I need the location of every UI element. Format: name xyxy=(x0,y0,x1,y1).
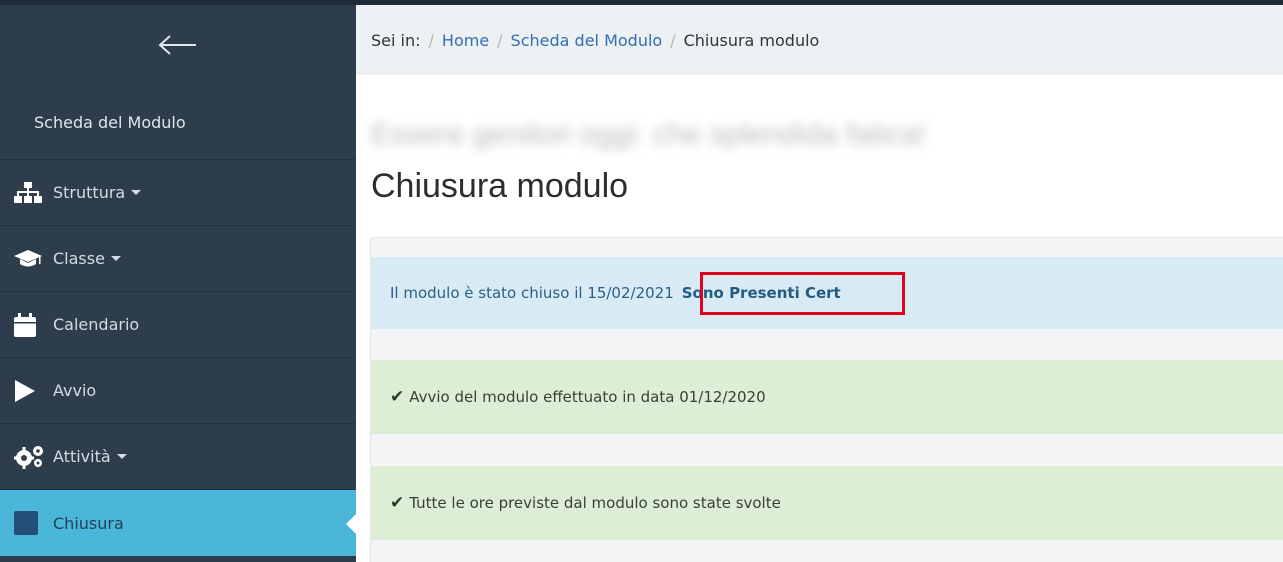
module-title-blurred: Essere genitori oggi: che splendida fati… xyxy=(371,118,927,151)
breadcrumb-separator: / xyxy=(670,30,676,50)
sitemap-icon xyxy=(14,180,46,206)
hours-alert-text: Tutte le ore previste dal modulo sono st… xyxy=(409,494,781,512)
calendar-icon xyxy=(14,312,46,338)
sidebar-item-chiusura[interactable]: Chiusura xyxy=(0,490,356,556)
sidebar-item-label: Classe xyxy=(53,249,105,268)
check-icon: ✔ xyxy=(390,387,405,407)
active-indicator xyxy=(346,514,356,534)
square-icon xyxy=(14,510,46,536)
check-icon: ✔ xyxy=(390,493,405,513)
sidebar-item-avvio[interactable]: Avvio xyxy=(0,358,356,424)
page-title: Chiusura modulo xyxy=(371,167,629,205)
sidebar-item-calendario[interactable]: Calendario xyxy=(0,292,356,358)
start-alert-text: Avvio del modulo effettuato in data 01/1… xyxy=(409,388,766,406)
sidebar-item-label: Avvio xyxy=(53,381,97,400)
start-alert: ✔ Avvio del modulo effettuato in data 01… xyxy=(371,360,1283,434)
back-button[interactable] xyxy=(0,5,356,85)
breadcrumb-separator: / xyxy=(428,30,434,50)
caret-down-icon xyxy=(110,256,121,261)
breadcrumb-scheda-link[interactable]: Scheda del Modulo xyxy=(511,31,663,50)
sidebar-title[interactable]: Scheda del Modulo xyxy=(0,85,356,160)
caret-down-icon xyxy=(131,190,142,195)
arrow-left-icon xyxy=(158,35,196,55)
page: Scheda del Modulo Struttura Classe Calen… xyxy=(0,0,1283,562)
caret-down-icon xyxy=(116,454,127,459)
breadcrumb-prefix: Sei in: xyxy=(371,30,421,50)
sidebar-item-label: Attività xyxy=(53,447,111,466)
sidebar-item-label: Calendario xyxy=(53,315,140,334)
sidebar-item-label: Struttura xyxy=(53,183,126,202)
breadcrumb-current: Chiusura modulo xyxy=(683,30,820,50)
sidebar-item-attivita[interactable]: Attività xyxy=(0,424,356,490)
breadcrumb-home-link[interactable]: Home xyxy=(442,31,489,50)
breadcrumb: Sei in: / Home / Scheda del Modulo / Chi… xyxy=(356,5,1283,75)
main-content: Sei in: / Home / Scheda del Modulo / Chi… xyxy=(356,0,1283,562)
highlight-box xyxy=(700,272,905,315)
sidebar-item-struttura[interactable]: Struttura xyxy=(0,160,356,226)
breadcrumb-separator: / xyxy=(497,30,503,50)
sidebar: Scheda del Modulo Struttura Classe Calen… xyxy=(0,0,356,562)
gears-icon xyxy=(14,444,46,470)
sidebar-item-classe[interactable]: Classe xyxy=(0,226,356,292)
hours-alert: ✔ Tutte le ore previste dal modulo sono … xyxy=(371,466,1283,540)
sidebar-item-label: Chiusura xyxy=(53,513,124,533)
closure-panel: Il modulo è stato chiuso il 15/02/2021 S… xyxy=(370,237,1283,562)
graduation-cap-icon xyxy=(14,246,46,272)
closed-alert-text: Il modulo è stato chiuso il 15/02/2021 xyxy=(390,284,674,302)
play-icon xyxy=(14,378,46,404)
